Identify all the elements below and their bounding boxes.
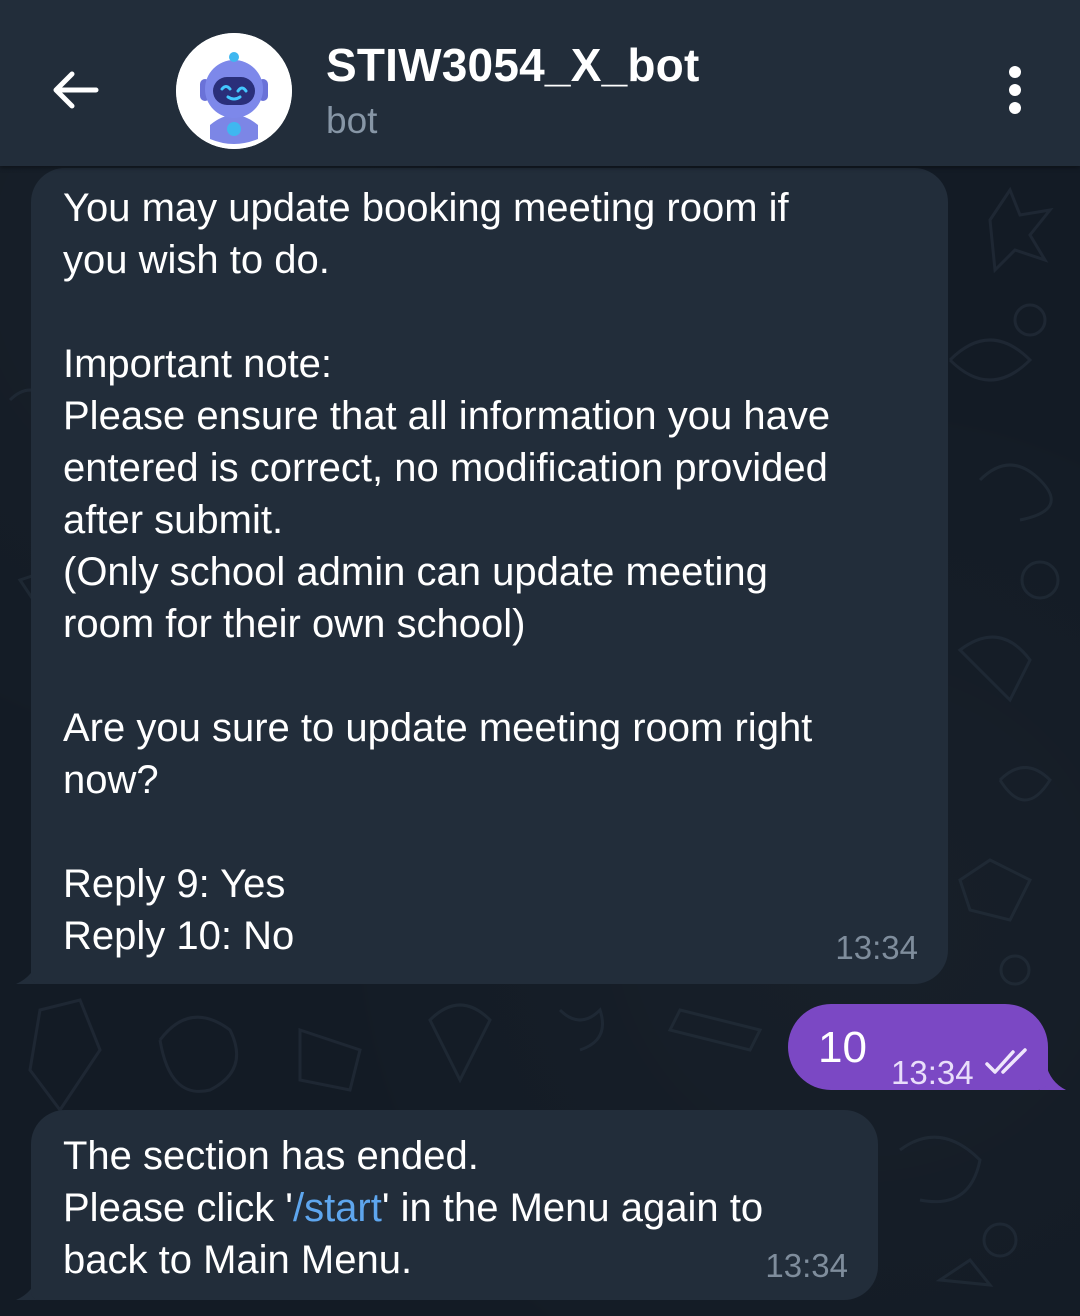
more-vertical-icon — [1009, 66, 1021, 114]
message-line: Please click '/start' in the Menu again … — [63, 1182, 838, 1234]
message-line: back to Main Menu. — [63, 1234, 838, 1286]
back-button[interactable] — [40, 55, 110, 125]
outgoing-message-reply[interactable]: 10 13:34 — [788, 1004, 1048, 1091]
incoming-message-confirmation[interactable]: You may update booking meeting room if y… — [31, 168, 948, 984]
message-text: You may update booking meeting room if y… — [63, 186, 831, 958]
message-line: The section has ended. — [63, 1130, 838, 1182]
chat-header: STIW3054_X_bot bot — [0, 0, 1080, 166]
incoming-message-session-ended[interactable]: The section has ended. Please click '/st… — [31, 1110, 878, 1300]
message-text: 10 — [818, 1023, 867, 1072]
start-command-link[interactable]: /start — [293, 1186, 382, 1230]
more-options-button[interactable] — [990, 60, 1040, 120]
robot-avatar-icon — [176, 33, 292, 149]
chat-title[interactable]: STIW3054_X_bot — [326, 38, 699, 92]
arrow-left-icon — [53, 71, 99, 109]
message-time: 13:34 — [765, 1247, 848, 1284]
message-time: 13:34 — [835, 929, 918, 966]
message-text: The section has ended. — [63, 1134, 479, 1178]
message-text: ' in the Menu again to — [381, 1186, 764, 1230]
chat-subtitle: bot — [326, 100, 378, 141]
double-check-icon — [985, 1048, 1027, 1074]
message-text: Please click ' — [63, 1186, 293, 1230]
avatar[interactable] — [176, 33, 292, 149]
message-time: 13:34 — [891, 1054, 974, 1091]
message-text: back to Main Menu. — [63, 1238, 413, 1282]
